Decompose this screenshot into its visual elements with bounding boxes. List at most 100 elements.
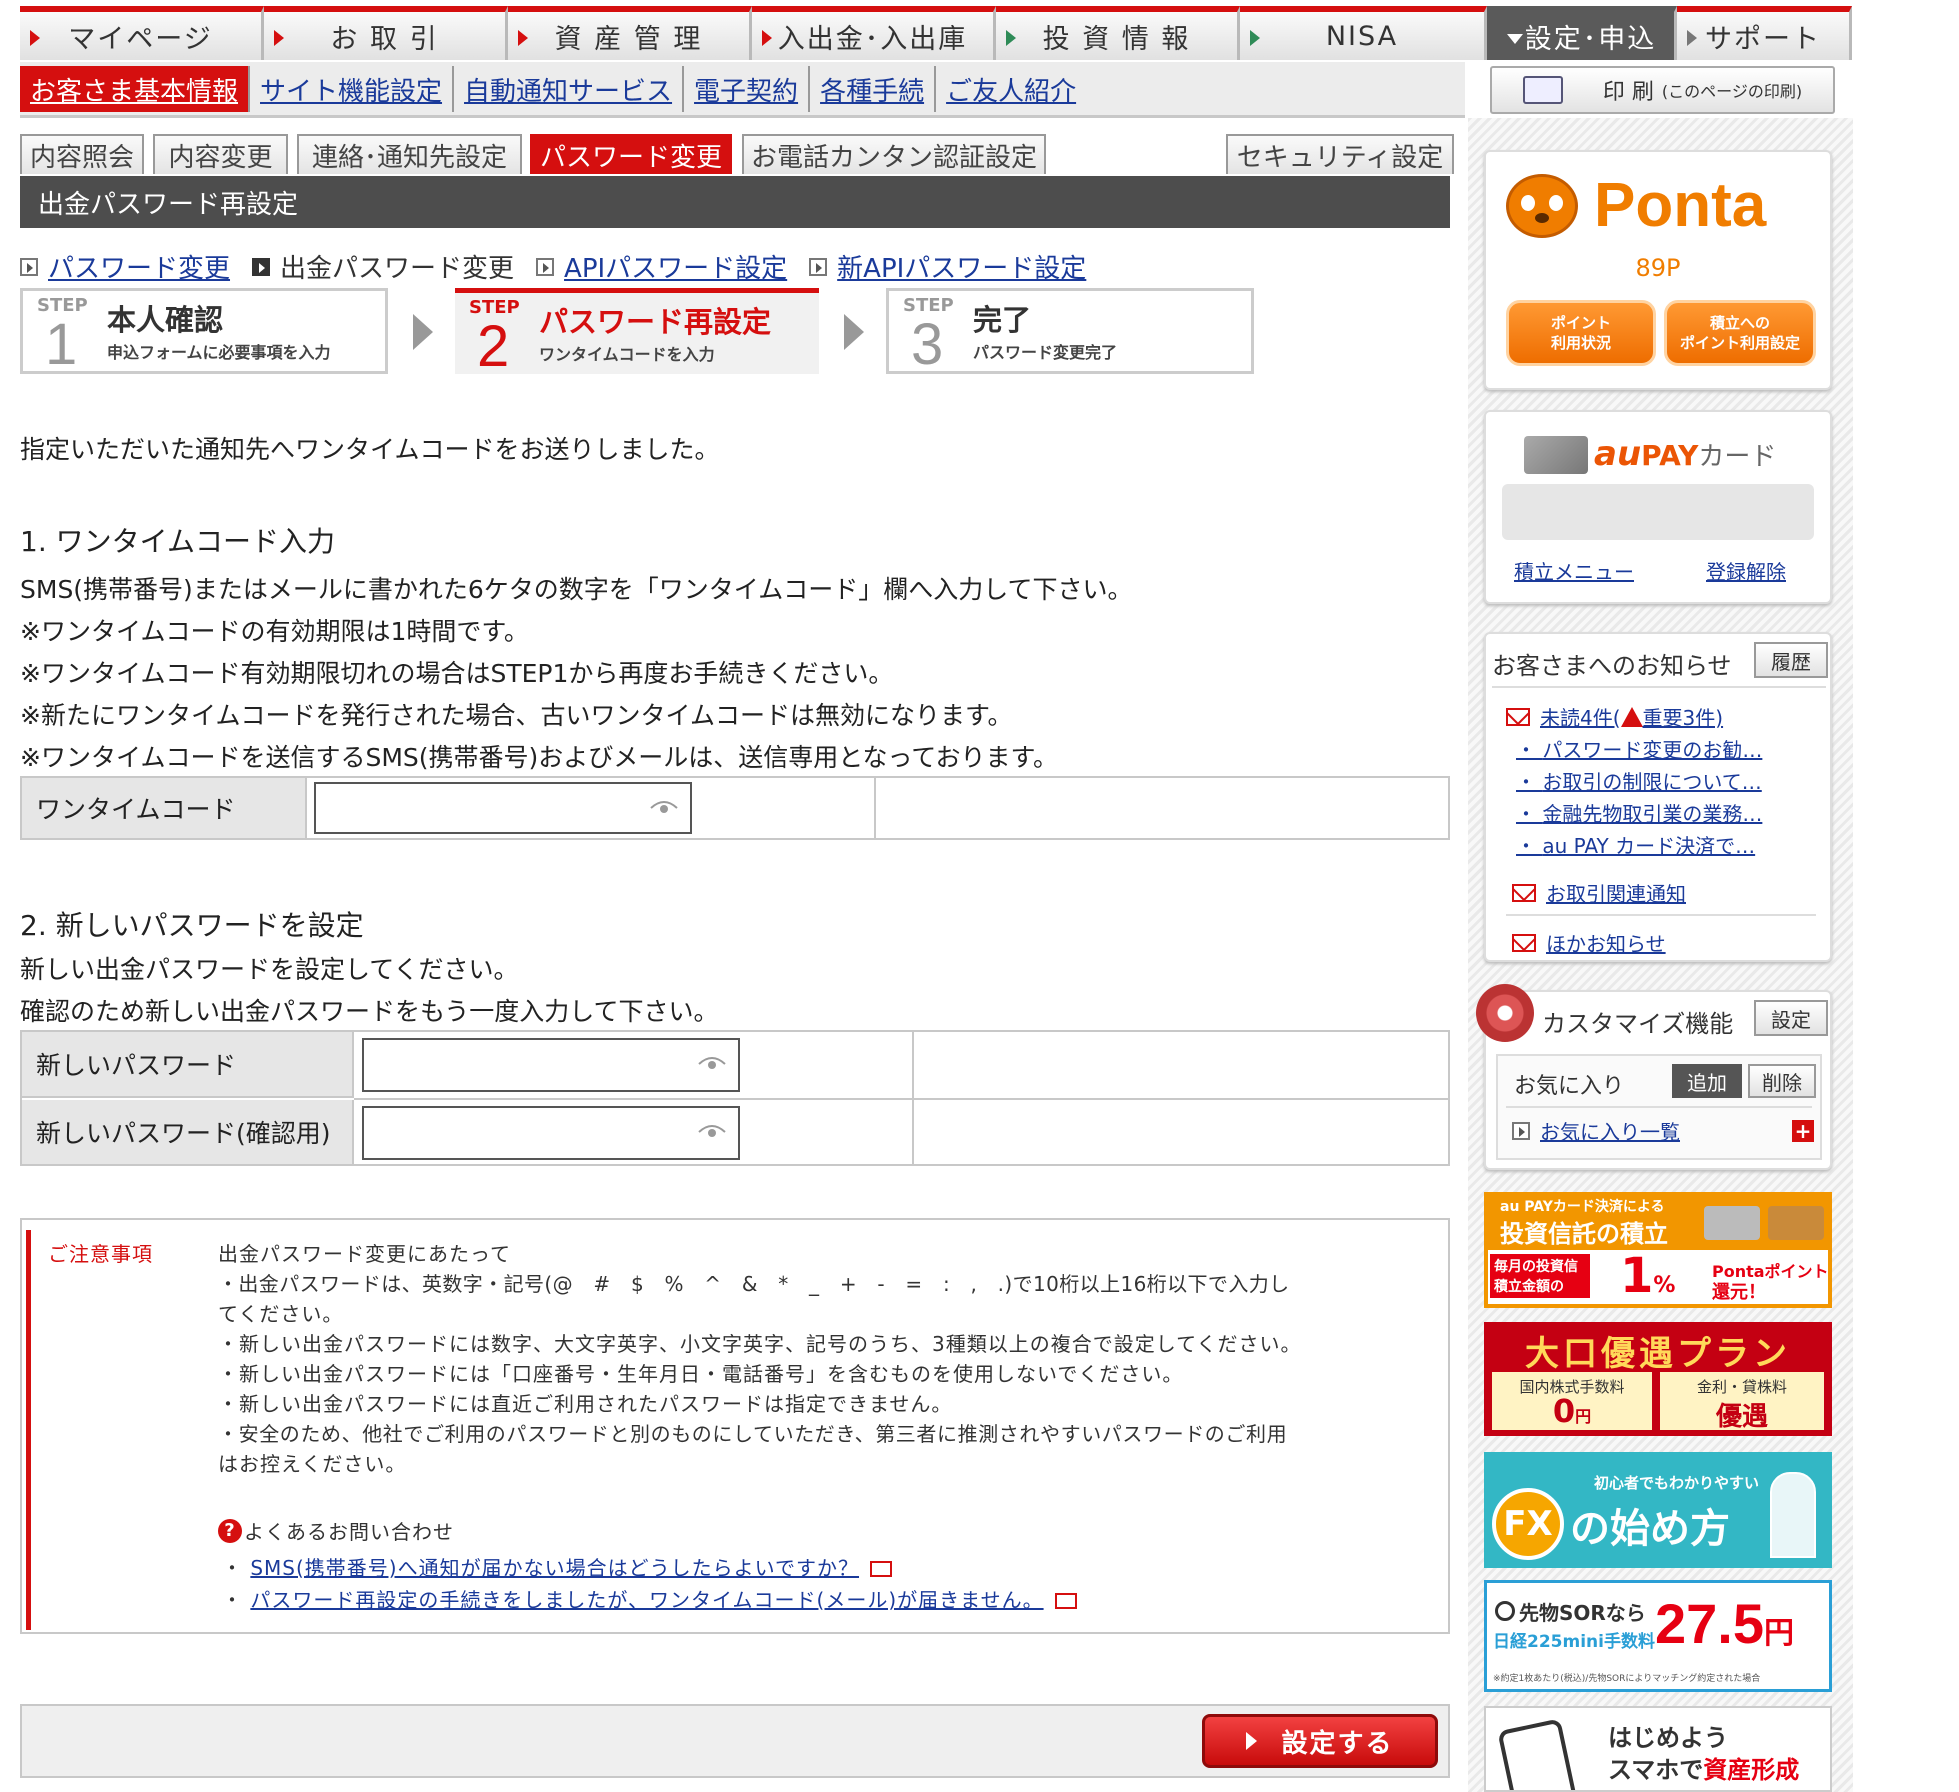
notice-line: 出金パスワード変更にあたって bbox=[218, 1242, 511, 1266]
new-password-input[interactable] bbox=[364, 1040, 738, 1090]
subnav-referral[interactable]: ご友人紹介 bbox=[936, 66, 1086, 112]
news-box: お客さまへのお知らせ 履歴 未読4件(重要3件) ・ パスワード変更のお勧… ・… bbox=[1484, 632, 1832, 962]
eye-icon[interactable] bbox=[698, 1054, 726, 1074]
nav-mypage[interactable]: マイページ bbox=[20, 6, 264, 60]
table-divider bbox=[912, 1032, 914, 1164]
banner-fx[interactable]: 初心者でもわかりやすい FX の始め方 bbox=[1484, 1452, 1832, 1568]
banner-ooguchi[interactable]: 大口優遇プラン 国内株式手数料 0円 金利・貸株料 優遇 bbox=[1484, 1322, 1832, 1436]
table-divider bbox=[354, 1098, 1448, 1100]
customize-setting-button[interactable]: 設定 bbox=[1754, 1000, 1828, 1036]
favorites-label: お気に入り bbox=[1514, 1074, 1625, 1099]
news-history-button[interactable]: 履歴 bbox=[1754, 642, 1828, 678]
tab-password-change[interactable]: パスワード変更 bbox=[530, 134, 732, 174]
banner-smartphone[interactable]: はじめよう スマホで資産形成 bbox=[1484, 1706, 1832, 1792]
favorites-list-link[interactable]: お気に入り一覧 bbox=[1540, 1116, 1680, 1145]
person-illustration-icon bbox=[1770, 1472, 1816, 1558]
aupay-card-placeholder bbox=[1502, 484, 1814, 540]
printer-icon bbox=[1522, 76, 1563, 104]
nav-assets[interactable]: 資 産 管 理 bbox=[508, 6, 752, 60]
subnav-site-settings[interactable]: サイト機能設定 bbox=[250, 66, 455, 112]
print-button[interactable]: 印 刷 (このページの印刷) bbox=[1490, 66, 1835, 114]
divider bbox=[1506, 1106, 1812, 1108]
section-1-line: ※ワンタイムコードを送信するSMS(携帯番号)およびメールは、送信専用となってお… bbox=[20, 743, 1059, 772]
arrow-box-icon bbox=[536, 257, 555, 276]
triangle-icon bbox=[1250, 30, 1260, 46]
onetime-code-field[interactable] bbox=[314, 782, 692, 834]
nav-info[interactable]: 投 資 情 報 bbox=[996, 6, 1240, 60]
favorites-add-button[interactable]: 追加 bbox=[1672, 1064, 1742, 1098]
news-other-link[interactable]: ほかお知らせ bbox=[1546, 928, 1666, 957]
nav-trade[interactable]: お 取 引 bbox=[264, 6, 508, 60]
link-new-api-password[interactable]: 新APIパスワード設定 bbox=[809, 248, 1086, 285]
confirm-password-field[interactable] bbox=[362, 1106, 740, 1160]
tab-edit[interactable]: 内容変更 bbox=[153, 134, 288, 174]
chevron-down-icon bbox=[1507, 34, 1523, 44]
warning-icon bbox=[1620, 707, 1643, 727]
news-unread-link[interactable]: 未読4件(重要3件) bbox=[1540, 702, 1723, 731]
section-2-heading: 2. 新しいパスワードを設定 bbox=[20, 909, 364, 942]
banner-percent: 1% bbox=[1620, 1248, 1676, 1304]
confirm-password-input[interactable] bbox=[364, 1108, 738, 1158]
ponta-usage-button[interactable]: ポイント 利用状況 bbox=[1506, 300, 1656, 366]
ponta-setting-button[interactable]: 積立への ポイント利用設定 bbox=[1664, 300, 1816, 366]
faq-item[interactable]: ・ SMS(携帯番号)へ通知が届かない場合はどうしたらよいですか？ bbox=[222, 1552, 893, 1581]
nav-nisa[interactable]: NISA bbox=[1240, 6, 1487, 60]
new-password-field[interactable] bbox=[362, 1038, 740, 1092]
notice-title: ご注意事項 bbox=[48, 1242, 153, 1266]
news-title: お客さまへのお知らせ bbox=[1492, 652, 1732, 680]
faq-item[interactable]: ・ パスワード再設定の手続きをしましたが、ワンタイムコード(メール)が届きません… bbox=[222, 1584, 1077, 1613]
aupay-box: auPAYカード 積立メニュー 登録解除 bbox=[1484, 410, 1832, 604]
news-item[interactable]: ・ パスワード変更のお勧… bbox=[1516, 734, 1762, 763]
magnifier-icon bbox=[1495, 1601, 1515, 1621]
section-2-line: 新しい出金パスワードを設定してください。 bbox=[20, 955, 519, 984]
password-links: パスワード変更 出金パスワード変更 APIパスワード設定 新APIパスワード設定 bbox=[20, 248, 1108, 285]
banner-zero: 0円 bbox=[1552, 1392, 1592, 1430]
banner-tsumitate[interactable]: au PAYカード決済による 投資信託の積立 毎月の投資信託 積立金額の 1% … bbox=[1484, 1192, 1832, 1308]
arrow-box-icon bbox=[20, 257, 38, 276]
plus-icon[interactable]: + bbox=[1792, 1120, 1814, 1142]
link-api-password[interactable]: APIパスワード設定 bbox=[536, 248, 787, 285]
new-password-label: 新しいパスワード bbox=[22, 1032, 354, 1098]
aupay-tsumitate-link[interactable]: 積立メニュー bbox=[1514, 556, 1634, 585]
nav-settings[interactable]: 設定･申込 bbox=[1487, 6, 1677, 60]
news-item[interactable]: ・ au PAY カード決済で… bbox=[1516, 830, 1755, 859]
notice-box: ご注意事項 出金パスワード変更にあたって ・出金パスワードは、英数字・記号(@ … bbox=[20, 1218, 1450, 1634]
onetime-code-input[interactable] bbox=[316, 784, 690, 832]
nav-support[interactable]: サポート bbox=[1677, 6, 1852, 60]
triangle-icon bbox=[1006, 30, 1016, 46]
notice-line: ・新しい出金パスワードには「口座番号・生年月日・電話番号」を含むものを使用しない… bbox=[218, 1362, 1184, 1386]
submit-button[interactable]: 設定する bbox=[1202, 1714, 1438, 1768]
news-trade-link[interactable]: お取引関連通知 bbox=[1546, 878, 1686, 907]
arrow-box-icon bbox=[1512, 1122, 1530, 1140]
top-nav: マイページ お 取 引 資 産 管 理 入出金･入出庫 投 資 情 報 NISA… bbox=[20, 6, 1852, 60]
tab-phone-auth[interactable]: お電話カンタン認証設定 bbox=[742, 134, 1046, 174]
section-1-heading: 1. ワンタイムコード入力 bbox=[20, 525, 336, 558]
aupay-unregister-link[interactable]: 登録解除 bbox=[1706, 556, 1786, 585]
banner-sor[interactable]: 先物SORなら 日経225mini手数料 27.5円 ※約定1枚あたり(税込)/… bbox=[1484, 1580, 1832, 1692]
banner-price: 27.5円 bbox=[1655, 1592, 1794, 1655]
customize-box: カスタマイズ機能 設定 お気に入り 追加 削除 お気に入り一覧 + bbox=[1476, 984, 1832, 1170]
subnav-basic-info[interactable]: お客さま基本情報 bbox=[20, 66, 251, 112]
tab-security[interactable]: セキュリティ設定 bbox=[1226, 134, 1454, 174]
favorites-delete-button[interactable]: 削除 bbox=[1748, 1064, 1816, 1098]
news-item[interactable]: ・ お取引の制限について… bbox=[1516, 766, 1762, 795]
table-divider bbox=[874, 778, 876, 838]
subnav-auto-notify[interactable]: 自動通知サービス bbox=[454, 66, 685, 112]
step-3: STEP 3 完了 パスワード変更完了 bbox=[886, 288, 1254, 377]
divider bbox=[1492, 686, 1826, 688]
banner-smartphone-line2: スマホで資産形成 bbox=[1608, 1756, 1800, 1784]
external-window-icon bbox=[1054, 1593, 1077, 1609]
eye-icon[interactable] bbox=[650, 798, 678, 818]
subnav: お客さま基本情報 サイト機能設定 自動通知サービス 電子契約 各種手続 ご友人紹… bbox=[20, 66, 1086, 112]
subnav-e-contract[interactable]: 電子契約 bbox=[684, 66, 811, 112]
nav-deposit[interactable]: 入出金･入出庫 bbox=[752, 6, 996, 60]
eye-icon[interactable] bbox=[698, 1122, 726, 1142]
ponta-logo: Ponta bbox=[1594, 171, 1767, 240]
tab-contact-settings[interactable]: 連絡･通知先設定 bbox=[297, 134, 522, 174]
section-1-line: ※ワンタイムコードの有効期限は1時間です。 bbox=[20, 617, 529, 646]
arrow-box-icon bbox=[809, 257, 828, 276]
link-password-change[interactable]: パスワード変更 bbox=[20, 248, 230, 285]
subnav-procedures[interactable]: 各種手続 bbox=[810, 66, 937, 112]
news-item[interactable]: ・ 金融先物取引業の業務… bbox=[1516, 798, 1762, 827]
tab-view[interactable]: 内容照会 bbox=[20, 134, 144, 174]
